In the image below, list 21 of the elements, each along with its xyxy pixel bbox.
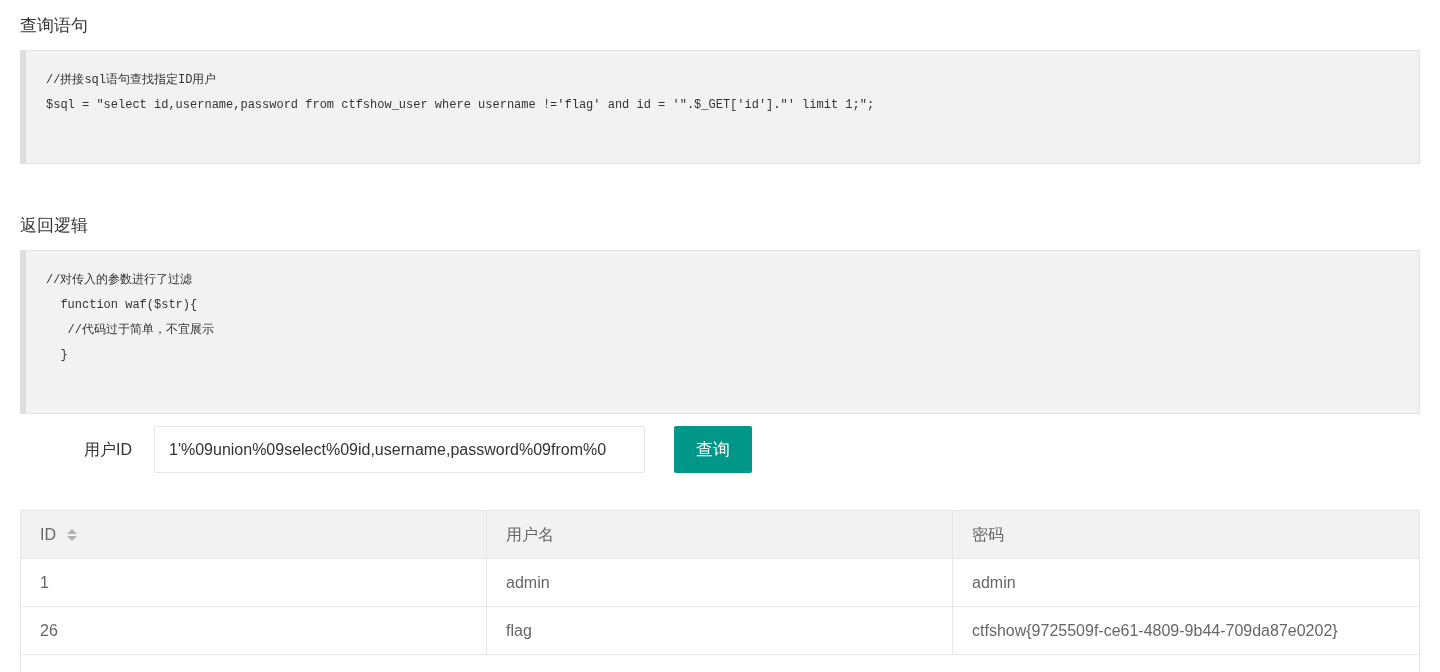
query-button[interactable]: 查询 xyxy=(674,426,752,473)
table-cell-text: 26 xyxy=(40,620,58,641)
table-cell-text: admin xyxy=(972,572,1016,593)
column-header: 密码 xyxy=(972,524,1004,545)
user-id-field[interactable]: 1'%09union%09select%09id,username,password%09from%0 xyxy=(154,426,645,473)
code-line: function waf($str){ xyxy=(59,297,198,314)
section-heading: 查询语句 xyxy=(20,15,88,37)
sort-icon[interactable] xyxy=(66,527,78,542)
code-line: $sql = "select id,username,password from ctfshow_user where username !='flag' and id = '".$_GET['id']."' limit 1;"; xyxy=(46,97,875,114)
code-line: //拼接sql语句查找指定ID用户 xyxy=(46,72,217,89)
table-cell-text: ctfshow{9725509f-ce61-4809-9b44-709da87e0202} xyxy=(972,620,1338,641)
column-header: 用户名 xyxy=(506,524,554,545)
table-cell-text: 1 xyxy=(40,572,49,593)
field-label: 用户ID xyxy=(84,439,133,460)
code-line: //代码过于简单，不宜展示 xyxy=(66,322,214,339)
table-cell-text: admin xyxy=(506,572,550,593)
code-line: } xyxy=(59,347,68,364)
table-cell-text: flag xyxy=(506,620,532,641)
code-line: //对传入的参数进行了过滤 xyxy=(46,272,193,289)
column-header[interactable]: ID xyxy=(40,522,78,547)
section-heading: 返回逻辑 xyxy=(20,215,88,237)
